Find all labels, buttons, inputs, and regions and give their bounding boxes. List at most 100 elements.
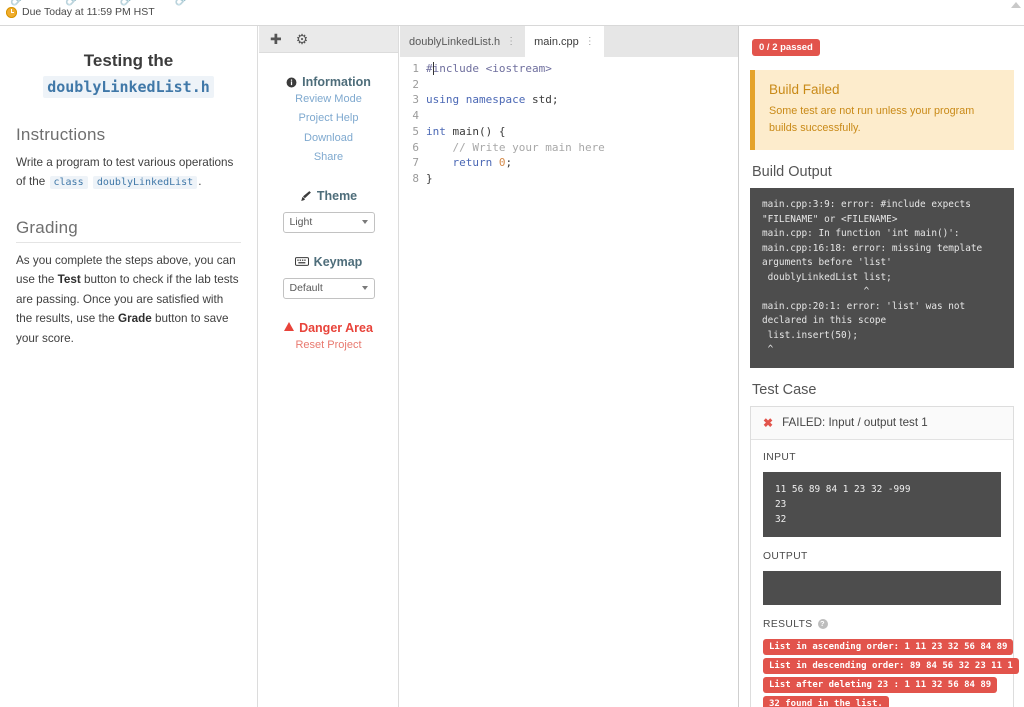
build-output-console: main.cpp:3:9: error: #include expects "F… [750, 188, 1014, 368]
code-line: 8 } [400, 171, 738, 187]
link-reset-project[interactable]: Reset Project [271, 337, 386, 354]
link-share[interactable]: Share [271, 149, 386, 166]
keymap-heading-text: Keymap [313, 254, 363, 269]
results-label: RESULTS ? [763, 619, 1001, 630]
information-heading-text: Information [302, 75, 371, 89]
information-section: Information Review Mode Project Help Dow… [259, 75, 398, 167]
code-line-text: // Write your main here [426, 140, 605, 154]
results-list: List in ascending order: 1 11 23 32 56 8… [763, 638, 1019, 707]
instructions-pane: Testing the doublyLinkedList.h Instructi… [0, 26, 258, 707]
code-line: 2 [400, 77, 738, 93]
theme-select-value: Light [289, 216, 313, 228]
code-line-text: return 0; [452, 156, 513, 170]
status-badge: 0 / 2 passed [752, 39, 820, 56]
grading-grade-label: Grade [118, 312, 152, 326]
output-box [763, 570, 1001, 605]
build-output-heading: Build Output [752, 164, 832, 181]
instructions-heading: Instructions [16, 124, 106, 144]
theme-select[interactable]: Light [282, 211, 375, 233]
line-number: 7 [412, 156, 419, 170]
kebab-menu-icon[interactable]: ⋮ [506, 36, 516, 47]
test-case-heading: Test Case [752, 381, 817, 398]
help-icon[interactable]: ? [817, 619, 828, 630]
code-line: 6 // Write your main here [400, 140, 738, 156]
kebab-menu-icon[interactable]: ⋮ [585, 36, 595, 47]
code-text-area[interactable]: 1 #include <iostream> 2 3 using namespac… [400, 57, 738, 707]
chevron-down-icon [361, 220, 368, 224]
danger-area-heading-text: Danger Area [299, 320, 373, 335]
keymap-select-value: Default [289, 282, 323, 294]
result-badge: List in ascending order: 1 11 23 32 56 8… [763, 638, 1014, 655]
page-title: Testing the doublyLinkedList.h [16, 50, 241, 99]
code-line: 3 using namespace std; [400, 92, 738, 108]
clock-icon [6, 6, 17, 18]
code-line-text: } [426, 171, 433, 185]
link-review-mode[interactable]: Review Mode [271, 91, 386, 108]
result-badge: List in descending order: 89 84 56 32 23… [763, 657, 1019, 674]
code-editor-pane: doublyLinkedList.h ⋮ main.cpp ⋮ 1 #inclu… [400, 26, 739, 707]
link-icon[interactable]: 🔗 [175, 0, 190, 6]
code-line-text: using namespace std; [426, 93, 559, 107]
test-case-body: INPUT 11 56 89 84 1 23 32 -999 23 32 OUT… [751, 440, 1019, 707]
keymap-heading: Keymap [271, 255, 386, 269]
keyboard-icon [294, 257, 309, 266]
line-number: 4 [412, 109, 419, 123]
theme-section: Theme Light [259, 189, 398, 233]
result-badge: List after deleting 23 : 1 11 32 56 84 8… [763, 676, 998, 693]
line-number: 5 [412, 124, 419, 138]
browser-top-bar: 🔗 🔗 🔗 🔗 Due Today at 11:59 PM HST [0, 0, 1024, 26]
due-date-text: Due Today at 11:59 PM HST [22, 6, 155, 18]
line-number: 1 [412, 62, 419, 75]
build-failed-title: Build Failed [769, 82, 840, 97]
output-label: OUTPUT [763, 550, 808, 562]
grading-heading: Grading [16, 218, 241, 243]
results-pane: 0 / 2 passed Build Failed Some test are … [740, 26, 1024, 707]
line-number: 3 [412, 93, 419, 107]
text-cursor [433, 62, 434, 75]
input-label: INPUT [763, 451, 796, 463]
build-failed-alert: Build Failed Some test are not run unles… [750, 70, 1014, 151]
test-case-status: FAILED: Input / output test 1 [782, 416, 928, 430]
x-mark-icon: ✖ [763, 415, 774, 430]
result-badge: 32 found in the list. [763, 695, 889, 707]
instructions-code-name: doublyLinkedList [92, 176, 198, 190]
test-case-card: ✖ FAILED: Input / output test 1 INPUT 11… [750, 405, 1019, 707]
line-number: 2 [412, 77, 419, 91]
theme-heading: Theme [271, 189, 386, 203]
project-tools-pane: ✚ ⚙ Information Review Mode Project Help… [259, 26, 399, 707]
grading-test-label: Test [57, 273, 81, 287]
keymap-select[interactable]: Default [282, 277, 375, 299]
test-case-header[interactable]: ✖ FAILED: Input / output test 1 [751, 406, 1013, 440]
keymap-section: Keymap Default [259, 255, 398, 299]
instructions-post: . [198, 175, 202, 189]
page-title-filename: doublyLinkedList.h [43, 75, 214, 99]
code-line-text: #include <iostream> [426, 62, 552, 75]
build-failed-body: Some test are not run unless your progra… [769, 105, 975, 134]
code-line: 7 return 0; [400, 155, 738, 171]
tab-doublylinkedlist-h[interactable]: doublyLinkedList.h ⋮ [400, 26, 525, 57]
code-line: 1 #include <iostream> [400, 61, 738, 77]
theme-heading-text: Theme [316, 188, 358, 203]
warning-triangle-icon [284, 322, 295, 331]
grading-text: As you complete the steps above, you can… [16, 251, 241, 348]
gear-icon[interactable]: ⚙ [296, 31, 309, 48]
input-box: 11 56 89 84 1 23 32 -999 23 32 [763, 471, 1001, 537]
code-line: 4 [400, 108, 738, 124]
chevron-down-icon [361, 286, 368, 290]
page-scrollbar[interactable] [1010, 0, 1024, 22]
tab-label: doublyLinkedList.h [409, 35, 501, 48]
results-label-text: RESULTS [763, 618, 813, 630]
tab-main-cpp[interactable]: main.cpp ⋮ [525, 26, 604, 57]
due-date-row: Due Today at 11:59 PM HST [6, 6, 155, 18]
link-project-help[interactable]: Project Help [271, 110, 386, 127]
plus-icon[interactable]: ✚ [270, 31, 282, 48]
danger-area-heading: Danger Area [271, 321, 386, 335]
code-line: 5 int main() { [400, 124, 738, 140]
info-icon [286, 77, 297, 87]
information-heading: Information [271, 75, 386, 89]
link-download[interactable]: Download [271, 130, 386, 147]
instructions-text: Write a program to test various operatio… [16, 153, 241, 192]
line-number: 6 [412, 140, 419, 154]
line-number: 8 [412, 171, 419, 185]
code-line-text: int main() { [426, 124, 506, 138]
